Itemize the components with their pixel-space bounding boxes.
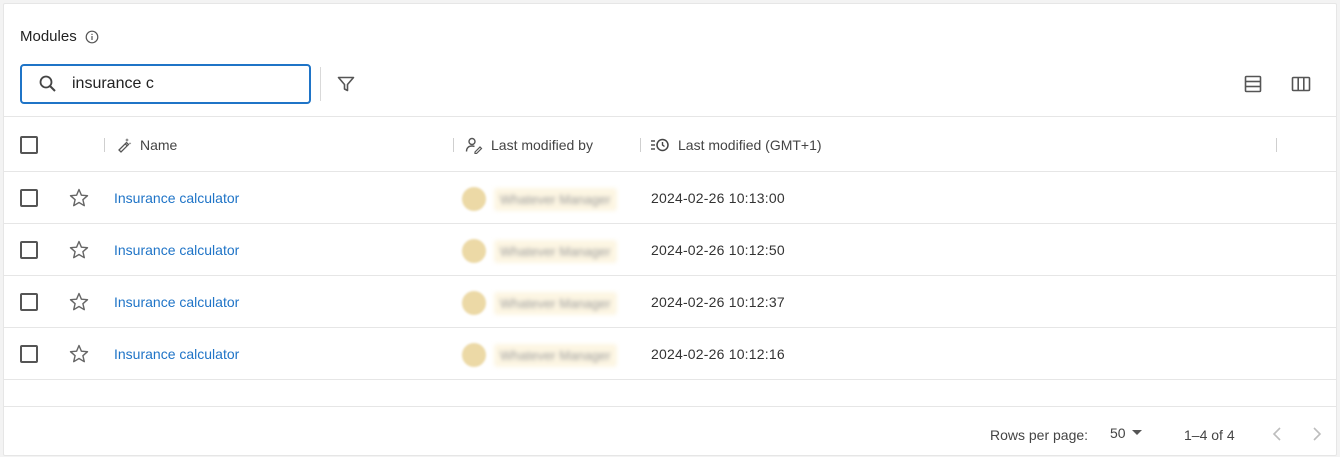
search-icon bbox=[39, 75, 56, 92]
user-name: Whatever Manager bbox=[494, 291, 617, 315]
column-label-modified: Last modified (GMT+1) bbox=[678, 137, 822, 153]
user-name: Whatever Manager bbox=[494, 187, 617, 211]
column-label-name: Name bbox=[140, 137, 178, 153]
rows-per-page-label: Rows per page: bbox=[990, 427, 1089, 443]
caret-down-icon bbox=[1131, 430, 1142, 435]
user-name: Whatever Manager bbox=[494, 239, 617, 263]
toolbar bbox=[20, 64, 1320, 104]
toolbar-divider bbox=[320, 67, 321, 101]
avatar bbox=[462, 187, 486, 211]
module-name-link[interactable]: Insurance calculator bbox=[114, 224, 239, 276]
module-name-link[interactable]: Insurance calculator bbox=[114, 328, 239, 380]
column-header-modified[interactable]: Last modified (GMT+1) bbox=[650, 117, 822, 173]
table-row[interactable]: Insurance calculator Whatever Manager 20… bbox=[4, 328, 1336, 380]
modified-date: 2024-02-26 10:12:16 bbox=[651, 346, 785, 362]
chevron-right-icon bbox=[1313, 427, 1322, 441]
table-header: Name Last modified by Last modified (GMT… bbox=[4, 116, 1336, 172]
view-tools bbox=[1242, 73, 1312, 95]
column-label-modified-by: Last modified by bbox=[491, 137, 593, 153]
columns-icon[interactable] bbox=[1290, 73, 1312, 95]
modules-table: Name Last modified by Last modified (GMT… bbox=[4, 116, 1336, 380]
user-name: Whatever Manager bbox=[494, 343, 617, 367]
modified-date: 2024-02-26 10:12:50 bbox=[651, 242, 785, 258]
modified-by-user: Whatever Manager bbox=[462, 288, 638, 318]
star-icon[interactable] bbox=[68, 187, 90, 209]
star-icon[interactable] bbox=[68, 239, 90, 261]
filter-icon[interactable] bbox=[335, 73, 357, 95]
column-separator[interactable] bbox=[453, 138, 454, 152]
row-checkbox[interactable] bbox=[20, 293, 38, 311]
modules-panel: Modules Name bbox=[3, 3, 1337, 456]
modified-date: 2024-02-26 10:13:00 bbox=[651, 190, 785, 206]
info-icon[interactable] bbox=[85, 30, 99, 44]
column-header-modified-by[interactable]: Last modified by bbox=[465, 117, 593, 173]
star-icon[interactable] bbox=[68, 343, 90, 365]
table-row[interactable]: Insurance calculator Whatever Manager 20… bbox=[4, 276, 1336, 328]
table-row[interactable]: Insurance calculator Whatever Manager 20… bbox=[4, 224, 1336, 276]
star-icon[interactable] bbox=[68, 291, 90, 313]
avatar bbox=[462, 291, 486, 315]
row-checkbox[interactable] bbox=[20, 345, 38, 363]
module-name-link[interactable]: Insurance calculator bbox=[114, 276, 239, 328]
rows-per-page-select[interactable]: 50 bbox=[1110, 425, 1142, 441]
row-checkbox[interactable] bbox=[20, 241, 38, 259]
column-header-name[interactable]: Name bbox=[116, 117, 177, 173]
next-page-button[interactable] bbox=[1306, 423, 1328, 445]
avatar bbox=[462, 239, 486, 263]
column-separator[interactable] bbox=[640, 138, 641, 152]
search-box[interactable] bbox=[20, 64, 311, 104]
history-sort-icon bbox=[651, 138, 669, 152]
user-edit-icon bbox=[465, 137, 483, 154]
table-row[interactable]: Insurance calculator Whatever Manager 20… bbox=[4, 172, 1336, 224]
modified-date: 2024-02-26 10:12:37 bbox=[651, 294, 785, 310]
module-name-link[interactable]: Insurance calculator bbox=[114, 172, 239, 224]
page-title: Modules bbox=[20, 28, 77, 45]
modified-by-user: Whatever Manager bbox=[462, 236, 638, 266]
pagination-range: 1–4 of 4 bbox=[1184, 427, 1235, 443]
edit-wand-icon bbox=[118, 138, 132, 153]
modified-by-user: Whatever Manager bbox=[462, 340, 638, 370]
column-separator[interactable] bbox=[1276, 138, 1277, 152]
select-all-checkbox[interactable] bbox=[20, 136, 38, 154]
modified-by-user: Whatever Manager bbox=[462, 184, 638, 214]
table-pagination: Rows per page: 50 1–4 of 4 bbox=[4, 406, 1336, 457]
column-separator[interactable] bbox=[104, 138, 105, 152]
title-row: Modules bbox=[20, 28, 99, 45]
previous-page-button[interactable] bbox=[1266, 423, 1288, 445]
chevron-left-icon bbox=[1272, 427, 1281, 441]
avatar bbox=[462, 343, 486, 367]
row-density-icon[interactable] bbox=[1242, 73, 1264, 95]
search-input[interactable] bbox=[72, 75, 272, 93]
rows-per-page-value: 50 bbox=[1110, 425, 1126, 441]
row-checkbox[interactable] bbox=[20, 189, 38, 207]
